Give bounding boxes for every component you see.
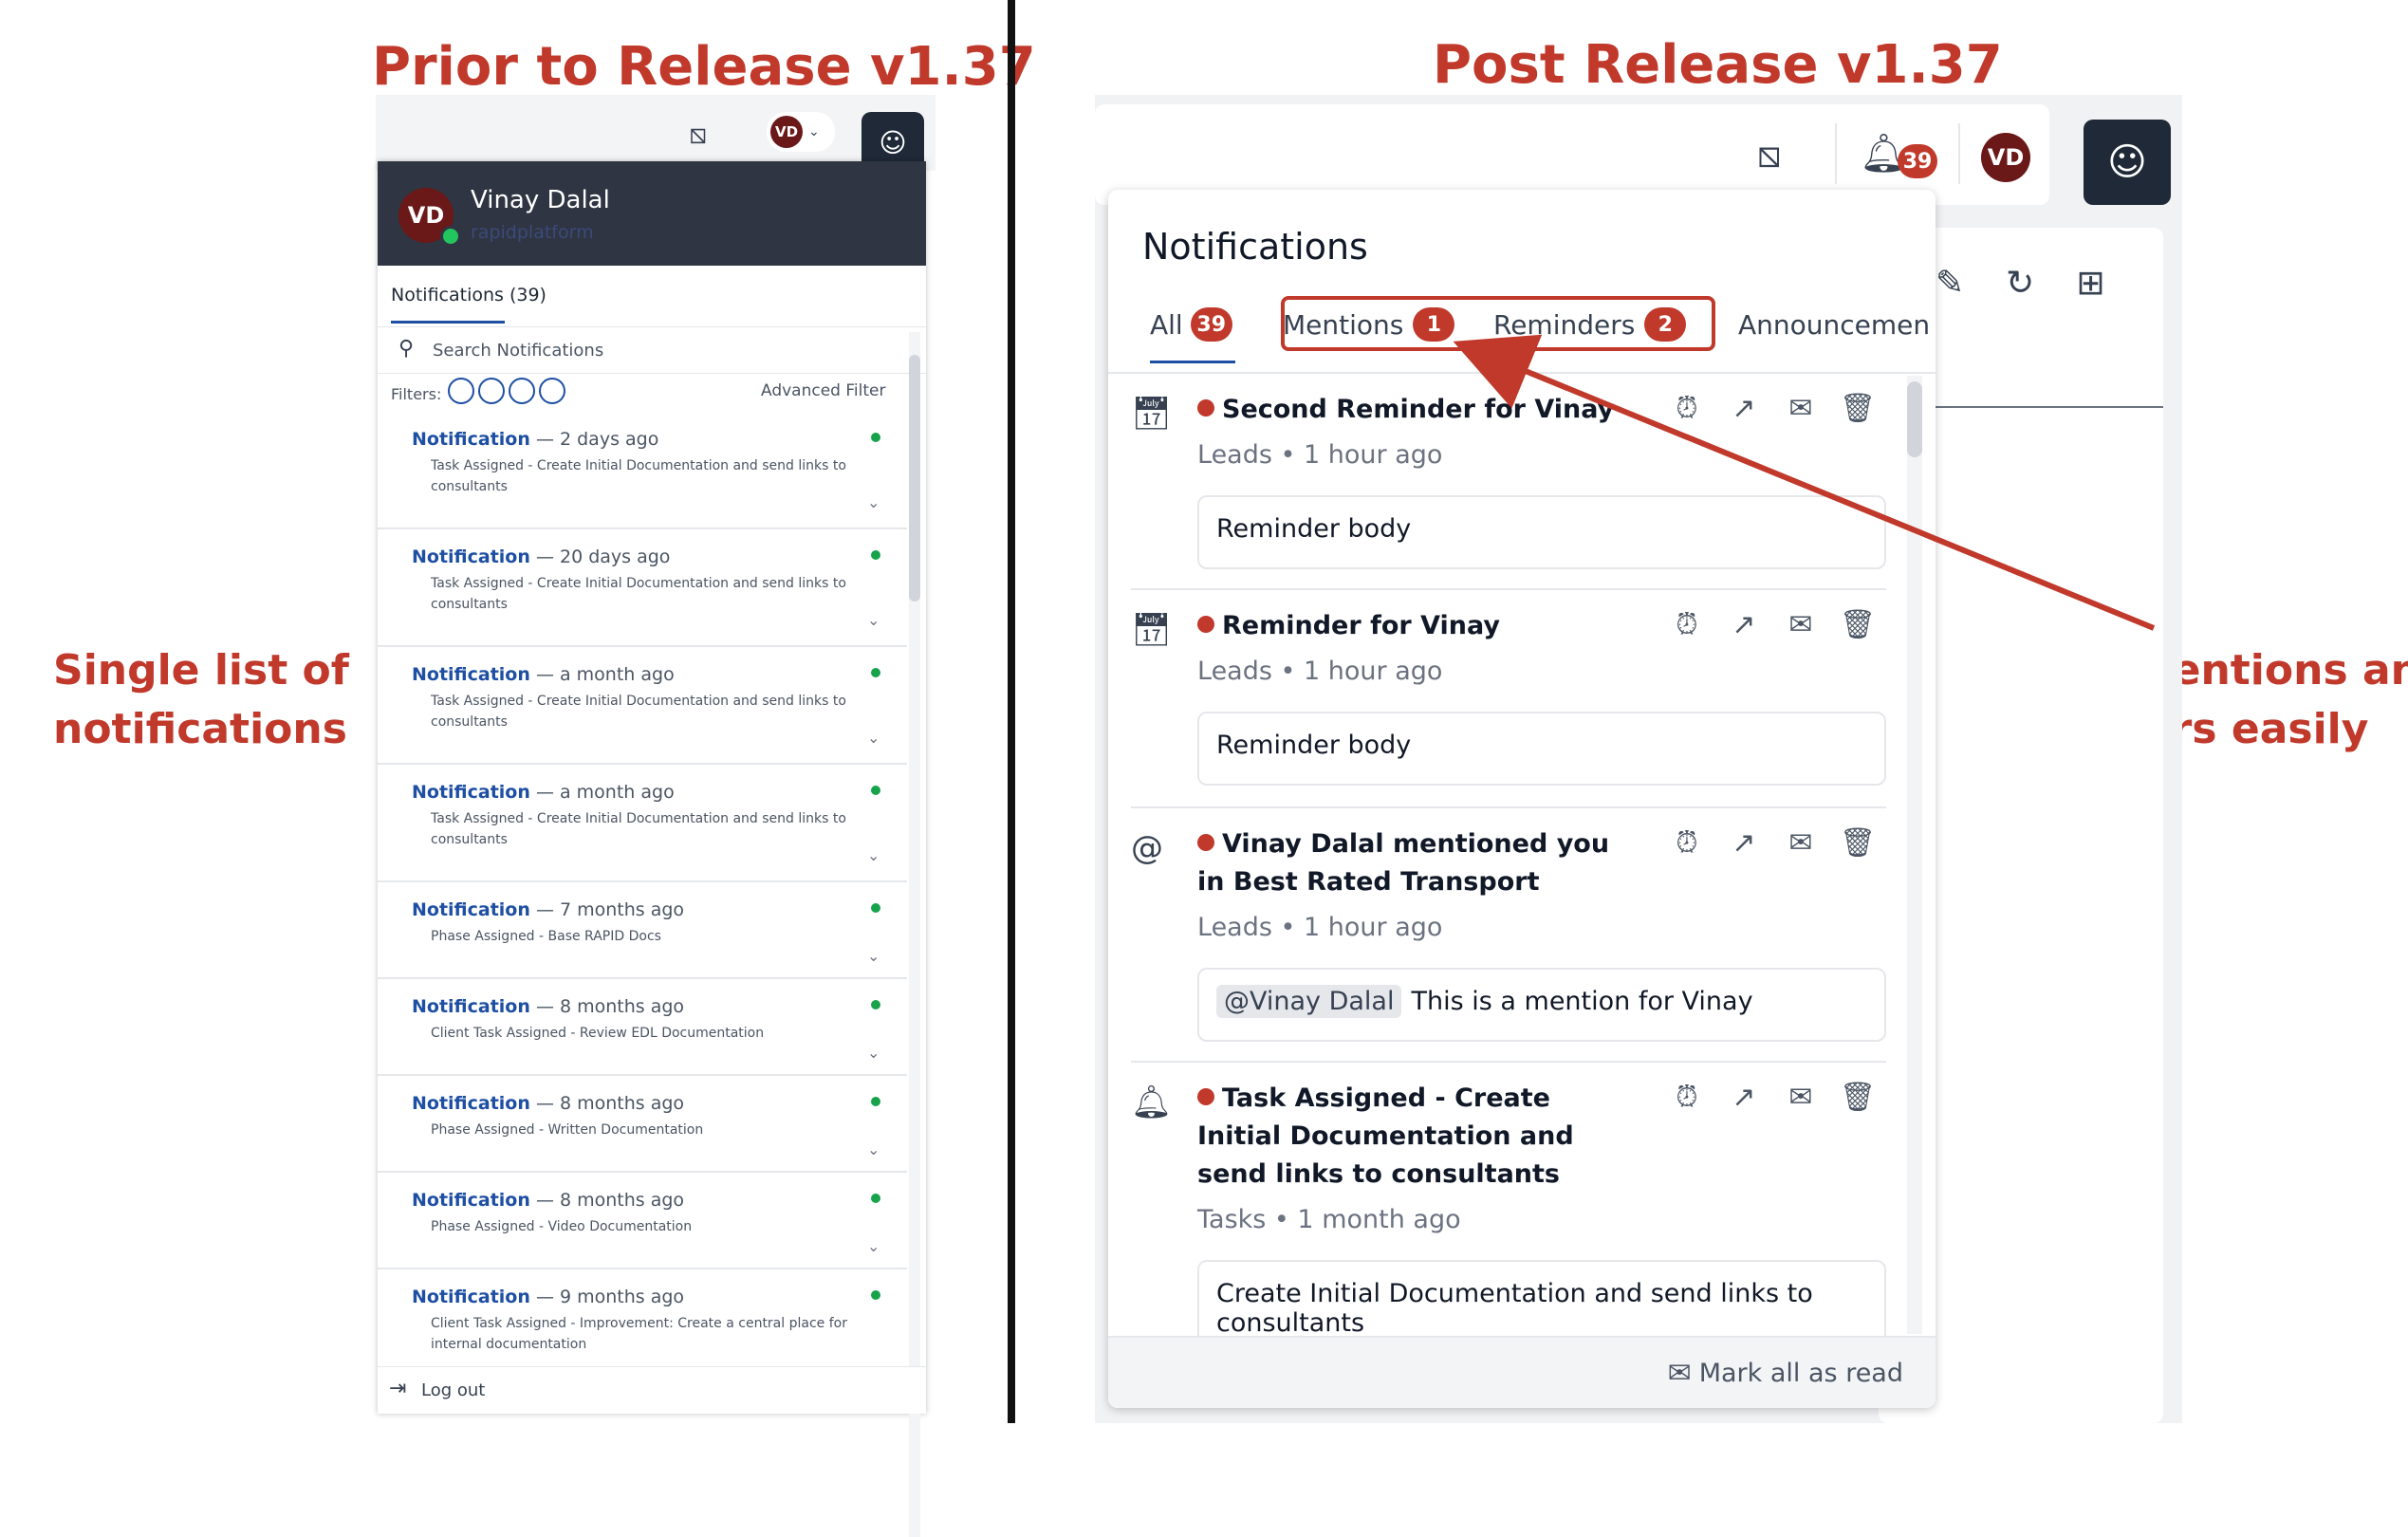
annotation-arrow: [1453, 334, 2156, 631]
